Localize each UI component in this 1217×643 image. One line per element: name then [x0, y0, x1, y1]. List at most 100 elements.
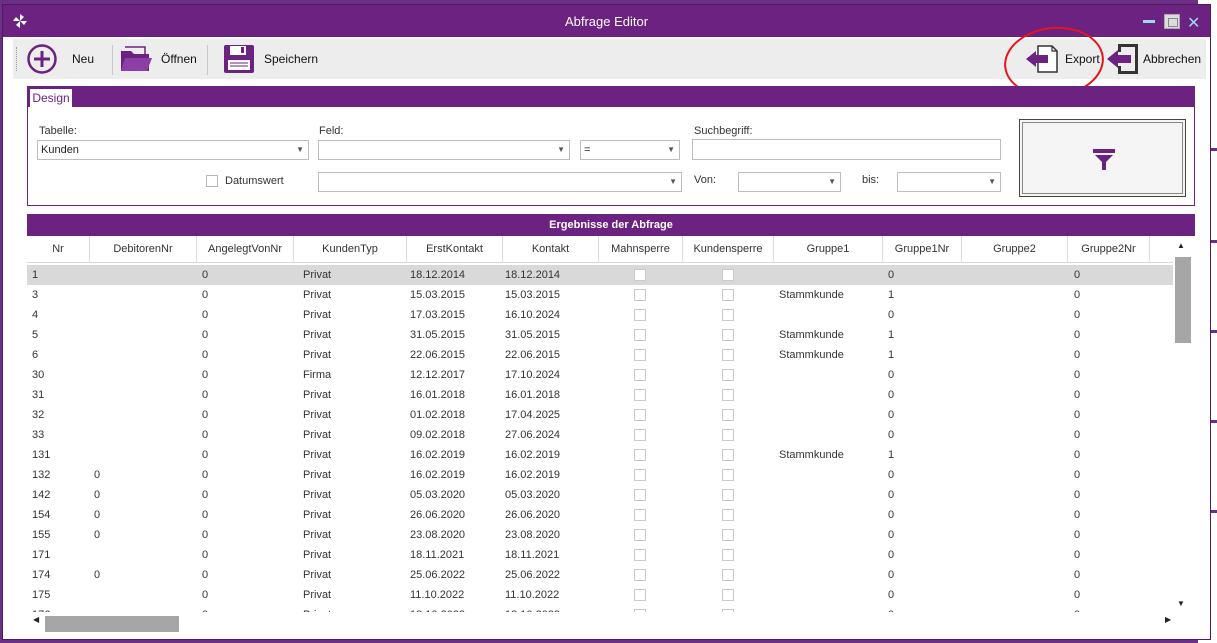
mahnsperre-checkbox[interactable] [634, 589, 646, 601]
table-row[interactable]: 1 0 Privat 18.12.2014 18.12.2014 0 0 [27, 265, 1177, 285]
kundensperre-checkbox[interactable] [722, 269, 734, 281]
column-header[interactable]: KundenTyp [294, 236, 407, 262]
table-row[interactable]: 174 0 0 Privat 25.06.2022 25.06.2022 0 0 [27, 565, 1177, 585]
scroll-down-icon[interactable]: ▼ [1177, 599, 1185, 608]
mahnsperre-checkbox[interactable] [634, 569, 646, 581]
mahnsperre-checkbox[interactable] [634, 509, 646, 521]
mahnsperre-checkbox[interactable] [634, 329, 646, 341]
column-header[interactable]: Kundensperre [683, 236, 774, 262]
column-header[interactable]: Gruppe1Nr [883, 236, 962, 262]
datumswert-checkbox[interactable] [206, 175, 218, 187]
column-header[interactable]: Mahnsperre [599, 236, 683, 262]
column-header[interactable]: ErstKontakt [407, 236, 503, 262]
minimize-button[interactable] [1143, 20, 1155, 23]
horizontal-scroll-thumb[interactable] [45, 616, 179, 632]
mahnsperre-checkbox[interactable] [634, 349, 646, 361]
kundensperre-checkbox[interactable] [722, 449, 734, 461]
bis-label: bis: [862, 174, 880, 186]
kundensperre-checkbox[interactable] [722, 409, 734, 421]
new-button[interactable]: Neu [26, 39, 94, 79]
mahnsperre-checkbox[interactable] [634, 549, 646, 561]
table-cell: 23.08.2020 [410, 529, 466, 541]
vertical-scroll-thumb[interactable] [1175, 257, 1191, 343]
scroll-up-icon[interactable]: ▲ [1177, 241, 1185, 250]
column-header[interactable]: Gruppe2 [962, 236, 1068, 262]
cancel-button[interactable]: Abbrechen [1106, 39, 1201, 79]
table-cell: 0 [94, 569, 101, 581]
von-combo[interactable]: ▼ [738, 172, 841, 192]
kundensperre-checkbox[interactable] [722, 389, 734, 401]
table-row[interactable]: 31 0 Privat 16.01.2018 16.01.2018 0 0 [27, 385, 1177, 405]
kundensperre-checkbox[interactable] [722, 289, 734, 301]
mahnsperre-checkbox[interactable] [634, 369, 646, 381]
column-header[interactable]: Kontakt [503, 236, 599, 262]
table-cell: Privat [303, 509, 332, 521]
mahnsperre-checkbox[interactable] [634, 309, 646, 321]
maximize-button[interactable] [1164, 14, 1180, 29]
mahnsperre-checkbox[interactable] [634, 389, 646, 401]
operator-combo[interactable]: = ▼ [580, 140, 680, 160]
mahnsperre-checkbox[interactable] [634, 489, 646, 501]
mahnsperre-checkbox[interactable] [634, 289, 646, 301]
table-row[interactable]: 6 0 Privat 22.06.2015 22.06.2015 Stammkunde 1 0 [27, 345, 1177, 365]
bis-combo[interactable]: ▼ [897, 172, 1001, 192]
column-header[interactable]: Gruppe1 [774, 236, 883, 262]
kundensperre-checkbox[interactable] [722, 529, 734, 541]
table-cell: Privat [303, 349, 332, 361]
scroll-right-icon[interactable]: ▶ [1165, 615, 1171, 624]
table-cell: 16.01.2018 [410, 389, 466, 401]
save-button[interactable]: Speichern [222, 39, 318, 79]
mahnsperre-checkbox[interactable] [634, 449, 646, 461]
kundensperre-checkbox[interactable] [722, 369, 734, 381]
table-row[interactable]: 32 0 Privat 01.02.2018 17.04.2025 0 0 [27, 405, 1177, 425]
table-row[interactable]: 176 0 Privat 18.10.2022 18.10.2022 0 0 [27, 605, 1177, 612]
mahnsperre-checkbox[interactable] [634, 409, 646, 421]
table-row[interactable]: 155 0 0 Privat 23.08.2020 23.08.2020 0 0 [27, 525, 1177, 545]
vertical-scrollbar[interactable]: ▲ ▼ [1173, 237, 1191, 612]
table-row[interactable]: 132 0 0 Privat 16.02.2019 16.02.2019 0 0 [27, 465, 1177, 485]
table-row[interactable]: 175 0 Privat 11.10.2022 11.10.2022 0 0 [27, 585, 1177, 605]
column-header[interactable]: Nr [27, 236, 90, 262]
table-row[interactable]: 154 0 0 Privat 26.06.2020 26.06.2020 0 0 [27, 505, 1177, 525]
scroll-left-icon[interactable]: ◀ [33, 615, 39, 624]
table-row[interactable]: 5 0 Privat 31.05.2015 31.05.2015 Stammkunde 1 0 [27, 325, 1177, 345]
mahnsperre-checkbox[interactable] [634, 469, 646, 481]
table-cell: 0 [888, 549, 895, 561]
tab-design[interactable]: Design [30, 89, 72, 107]
mahnsperre-checkbox[interactable] [634, 529, 646, 541]
table-row[interactable]: 30 0 Firma 12.12.2017 17.10.2024 0 0 [27, 365, 1177, 385]
table-row[interactable]: 142 0 0 Privat 05.03.2020 05.03.2020 0 0 [27, 485, 1177, 505]
mahnsperre-checkbox[interactable] [634, 429, 646, 441]
kundensperre-checkbox[interactable] [722, 549, 734, 561]
table-row[interactable]: 171 0 Privat 18.11.2021 18.11.2021 0 0 [27, 545, 1177, 565]
table-cell: 0 [888, 589, 895, 601]
kundensperre-checkbox[interactable] [722, 569, 734, 581]
suchbegriff-input[interactable] [692, 139, 1001, 160]
table-row[interactable]: 3 0 Privat 15.03.2015 15.03.2015 Stammkunde 1 0 [27, 285, 1177, 305]
table-row[interactable]: 4 0 Privat 17.03.2015 16.10.2024 0 0 [27, 305, 1177, 325]
kundensperre-checkbox[interactable] [722, 489, 734, 501]
tabelle-combo[interactable]: Kunden ▼ [37, 140, 309, 160]
horizontal-scrollbar[interactable]: ◀ ▶ [27, 612, 1173, 632]
table-cell: 22.06.2015 [410, 349, 466, 361]
table-row[interactable]: 33 0 Privat 09.02.2018 27.06.2024 0 0 [27, 425, 1177, 445]
table-cell: 0 [1074, 389, 1081, 401]
kundensperre-checkbox[interactable] [722, 349, 734, 361]
date-field-combo[interactable]: ▼ [318, 172, 682, 192]
close-button[interactable]: ✕ [1187, 13, 1200, 33]
kundensperre-checkbox[interactable] [722, 309, 734, 321]
table-cell: Firma [303, 369, 332, 381]
feld-combo[interactable]: ▼ [318, 140, 570, 160]
kundensperre-checkbox[interactable] [722, 589, 734, 601]
filter-button[interactable] [1019, 119, 1186, 197]
kundensperre-checkbox[interactable] [722, 329, 734, 341]
column-header[interactable]: DebitorenNr [90, 236, 197, 262]
table-row[interactable]: 131 0 Privat 16.02.2019 16.02.2019 Stammkunde… [27, 445, 1177, 465]
column-header[interactable]: Gruppe2Nr [1068, 236, 1150, 262]
mahnsperre-checkbox[interactable] [634, 269, 646, 281]
kundensperre-checkbox[interactable] [722, 469, 734, 481]
kundensperre-checkbox[interactable] [722, 429, 734, 441]
open-button[interactable]: Öffnen [119, 39, 197, 79]
column-header[interactable]: AngelegtVonNr [197, 236, 294, 262]
kundensperre-checkbox[interactable] [722, 509, 734, 521]
